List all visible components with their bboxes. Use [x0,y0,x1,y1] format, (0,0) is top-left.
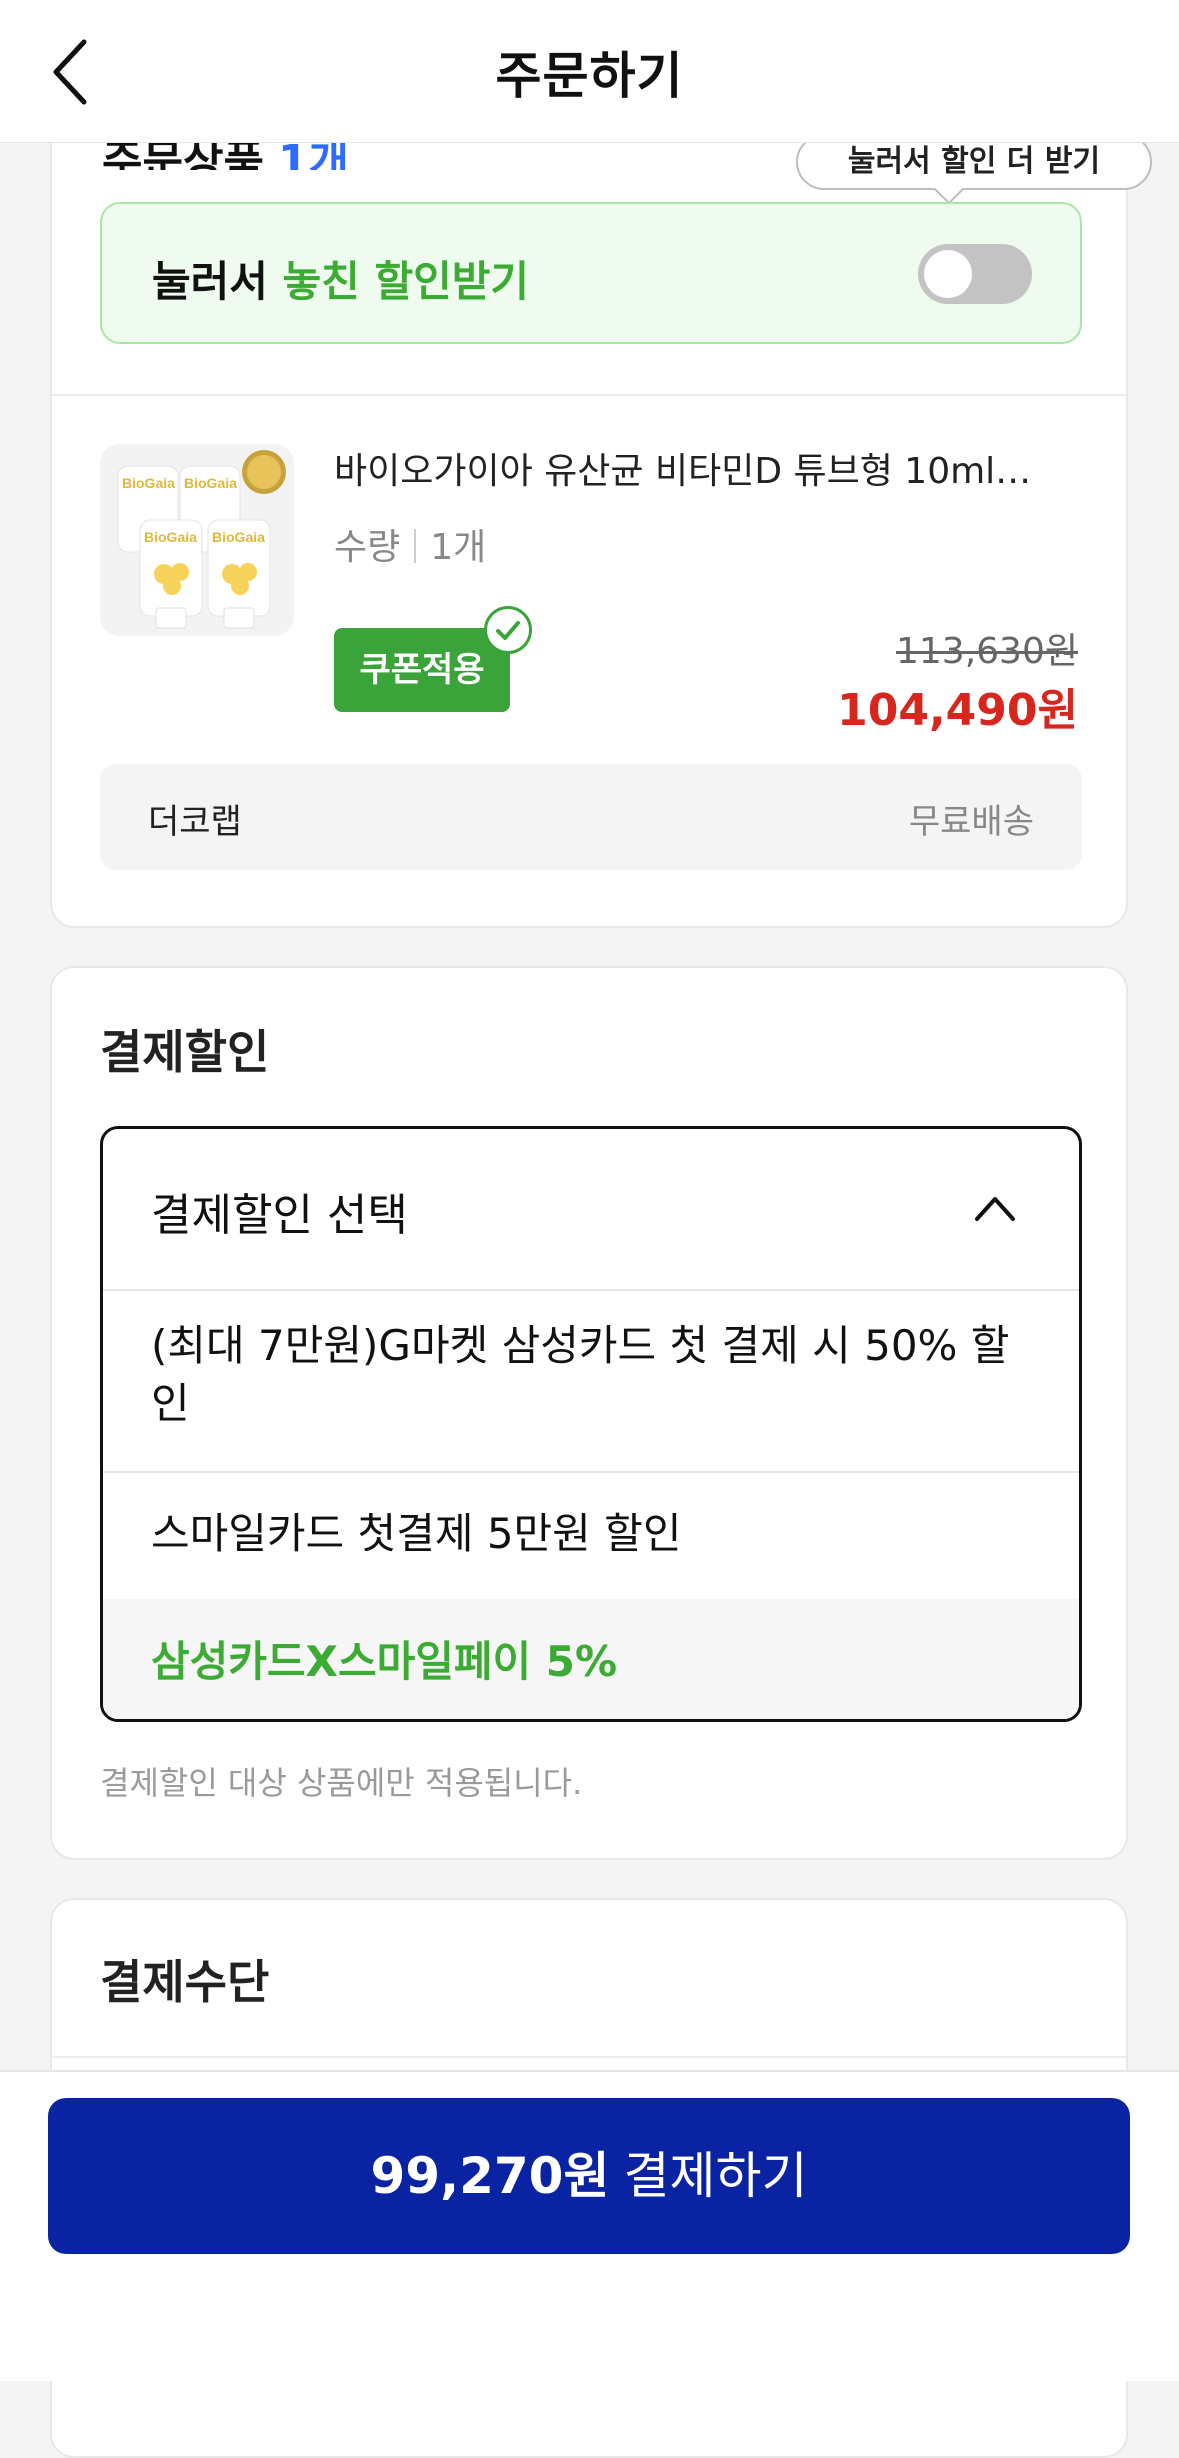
svg-text:BioGaia: BioGaia [184,475,237,491]
discount-option-label: 삼성카드X스마일페이 5% [151,1637,618,1686]
top-app-bar: 주문하기 [0,0,1179,143]
product-thumbnail[interactable]: BioGaia BioGaia BioGaia BioGaia [100,444,294,636]
pay-amount: 99,270원 [370,2147,610,2205]
original-price: 113,630원 [896,622,1078,674]
dropdown-label: 결제할인 선택 [151,1190,408,1241]
promo-text-highlight: 놓친 할인받기 [282,257,530,306]
payment-discount-title: 결제할인 [100,1025,270,1079]
original-price-unit: 원 [1044,631,1078,672]
discount-option-label: (최대 7만원)G마켓 삼성카드 첫 결제 시 50% 할인 [151,1321,1010,1428]
order-items-label: 주문상품 [102,140,264,170]
discount-option-label: 스마일카드 첫결제 5만원 할인 [151,1509,682,1558]
payment-discount-card: 결제할인 결제할인 선택 (최대 7만원)G마켓 삼성카드 첫 결제 시 50%… [50,966,1128,1860]
chevron-up-icon[interactable] [971,1187,1019,1227]
discount-option[interactable]: (최대 7만원)G마켓 삼성카드 첫 결제 시 50% 할인 [103,1289,1079,1473]
shipping-fee: 무료배송 [908,802,1034,842]
svg-text:BioGaia: BioGaia [122,475,175,491]
coupon-label: 쿠폰적용 [359,650,485,690]
pay-button[interactable]: 99,270원 결제하기 [48,2098,1130,2254]
product-name[interactable]: 바이오가이아 유산균 비타민D 튜브형 10ml… [334,442,1074,494]
toggle-knob [924,250,972,298]
product-image-icon: BioGaia BioGaia BioGaia BioGaia [117,450,286,629]
quantity-label: 수량 [334,527,401,568]
discount-option[interactable]: 스마일카드 첫결제 5만원 할인 [103,1471,1079,1601]
order-items-title: 주문상품 1개 [102,140,349,170]
promo-text-plain: 눌러서 [152,257,283,306]
payment-discount-dropdown[interactable]: 결제할인 선택 (최대 7만원)G마켓 삼성카드 첫 결제 시 50% 할인 스… [100,1126,1082,1722]
sale-price: 104,490원 [837,685,1078,736]
check-circle-icon [484,606,532,654]
page-title: 주문하기 [495,47,684,105]
coupon-applied-button[interactable]: 쿠폰적용 [334,606,532,712]
payment-method-title: 결제수단 [100,1955,270,2009]
missed-discount-banner[interactable]: 눌러서 놓친 할인받기 [100,202,1082,344]
checkout-bar: 99,270원 결제하기 [0,2070,1179,2381]
product-quantity: 수량 1개 [334,518,486,570]
svg-text:BioGaia: BioGaia [212,529,265,545]
divider [52,2056,1126,2058]
original-price-value: 113,630 [896,631,1045,672]
divider [52,394,1126,396]
shipping-info: 더코랩 무료배송 [100,764,1082,870]
quantity-value: 1개 [430,527,487,568]
order-item-count: 1개 [277,140,350,170]
discount-option-selected[interactable]: 삼성카드X스마일페이 5% [103,1599,1079,1719]
dropdown-header[interactable]: 결제할인 선택 [103,1129,1079,1291]
order-items-card: 주문상품 1개 눌러서 할인 더 받기 눌러서 놓친 할인받기 BioGaia B… [50,60,1152,928]
quantity-separator [414,529,417,563]
discount-note: 결제할인 대상 상품에만 적용됩니다. [100,1764,583,1802]
missed-discount-toggle[interactable] [918,244,1032,304]
pay-label: 결제하기 [623,2147,808,2205]
seller-name[interactable]: 더코랩 [148,794,242,843]
svg-text:BioGaia: BioGaia [144,529,197,545]
missed-discount-text: 눌러서 놓친 할인받기 [152,248,529,309]
